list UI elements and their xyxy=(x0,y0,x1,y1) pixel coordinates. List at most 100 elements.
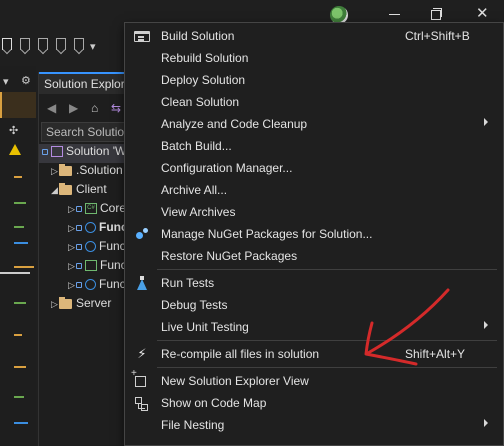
warning-icon[interactable] xyxy=(9,144,21,155)
bookmark-clear-icon[interactable] xyxy=(56,38,66,50)
submenu-arrow-icon xyxy=(484,419,488,427)
minimap-mark xyxy=(14,202,26,204)
tree-item-label: Core xyxy=(100,201,127,215)
tree-item-label: Server xyxy=(76,296,112,310)
menu-item-label: Live Unit Testing xyxy=(161,320,249,334)
tree-item-client[interactable]: ◢ Client xyxy=(39,182,131,201)
lock-icon xyxy=(76,224,82,231)
menu-item-configuration-manager[interactable]: Configuration Manager... xyxy=(126,157,503,179)
minimap-mark xyxy=(14,366,26,368)
menu-item-label: Restore NuGet Packages xyxy=(161,249,298,263)
toolbar-overflow-icon[interactable]: ▾ xyxy=(90,40,96,53)
menu-item-analyze-code-cleanup[interactable]: Analyze and Code Cleanup xyxy=(126,113,503,135)
close-icon[interactable]: ✕ xyxy=(476,6,490,21)
restore-icon[interactable] xyxy=(430,7,444,21)
tree-item-core[interactable]: ▷ C# Core xyxy=(39,201,131,220)
collapse-icon[interactable]: ◢ xyxy=(51,185,59,196)
menu-item-restore-nuget[interactable]: Restore NuGet Packages xyxy=(126,245,503,267)
menu-item-label: Debug Tests xyxy=(161,298,228,312)
tree-item-label: Solution 'Web' xyxy=(66,144,131,158)
bookmark-icon[interactable] xyxy=(2,38,12,50)
solution-icon xyxy=(51,146,63,158)
solution-explorer-tab[interactable]: Solution Explorer xyxy=(39,72,131,94)
new-view-icon xyxy=(131,368,146,387)
expand-icon[interactable]: ▷ xyxy=(68,261,76,272)
tree-item-functions[interactable]: ▷Functions xyxy=(39,220,131,239)
tree-item-label: Client xyxy=(76,182,107,196)
solution-explorer-toolbar: ◀ ▶ ⌂ ⇆ xyxy=(39,96,131,120)
solution-search-input[interactable]: Search Solution Explorer xyxy=(41,122,131,142)
bookmark-prev-icon[interactable] xyxy=(20,38,30,50)
build-icon xyxy=(134,31,150,42)
menu-item-new-solution-explorer-view[interactable]: New Solution Explorer View xyxy=(126,368,503,392)
menu-item-clean-solution[interactable]: Clean Solution xyxy=(126,91,503,113)
menu-item-label: Re-compile all files in solution xyxy=(161,347,320,361)
lock-icon xyxy=(76,243,82,250)
web-project-icon xyxy=(85,279,96,291)
lock-icon xyxy=(76,281,82,288)
gear-icon[interactable]: ⚙ xyxy=(21,74,31,87)
menu-item-label: Show on Code Map xyxy=(161,396,267,410)
menu-item-label: Batch Build... xyxy=(161,139,232,153)
expand-icon[interactable]: ▷ xyxy=(68,242,76,253)
tree-item-server[interactable]: ▷ Server xyxy=(39,296,131,315)
folder-icon xyxy=(59,296,72,309)
menu-item-label: File Nesting xyxy=(161,418,225,432)
csharp-project-icon: C# xyxy=(85,203,97,215)
tree-item-functions[interactable]: ▷Functions xyxy=(39,277,131,296)
bookmark-next-icon[interactable] xyxy=(38,38,48,50)
minimize-icon[interactable] xyxy=(388,7,402,21)
switch-views-icon[interactable]: ⇆ xyxy=(111,101,121,115)
menu-item-rebuild-solution[interactable]: Rebuild Solution xyxy=(126,47,503,69)
menu-item-label: Rebuild Solution xyxy=(161,51,249,65)
menu-item-recompile-all[interactable]: ⚡ Re-compile all files in solution Shift… xyxy=(126,343,503,365)
expand-icon[interactable]: ▷ xyxy=(68,223,76,234)
tree-item-solution[interactable]: Solution 'Web' xyxy=(39,144,131,163)
bookmark-folder-icon[interactable] xyxy=(74,38,84,50)
minimap-mark xyxy=(14,242,28,244)
expand-icon[interactable]: ▷ xyxy=(68,204,76,215)
expand-icon[interactable]: ▷ xyxy=(51,166,59,177)
home-icon[interactable]: ⌂ xyxy=(91,101,98,115)
lock-icon xyxy=(76,262,82,269)
menu-item-manage-nuget[interactable]: Manage NuGet Packages for Solution... xyxy=(126,223,503,245)
menu-item-show-on-code-map[interactable]: Show on Code Map xyxy=(126,392,503,414)
menu-item-archive-all[interactable]: Archive All... xyxy=(126,179,503,201)
menu-separator xyxy=(157,367,497,368)
menu-item-view-archives[interactable]: View Archives xyxy=(126,201,503,223)
minimap-mark xyxy=(14,302,26,304)
code-map-icon xyxy=(134,395,150,411)
menu-item-label: Deploy Solution xyxy=(161,73,246,87)
tree-item-functions[interactable]: ▷Functions xyxy=(39,239,131,258)
back-icon[interactable]: ◀ xyxy=(47,101,56,115)
chevron-down-icon[interactable]: ▾ xyxy=(3,75,9,88)
menu-item-build-solution[interactable]: Build Solution Ctrl+Shift+B xyxy=(126,25,503,47)
menu-item-live-unit-testing[interactable]: Live Unit Testing xyxy=(126,316,503,338)
menu-item-deploy-solution[interactable]: Deploy Solution xyxy=(126,69,503,91)
active-tab-indicator xyxy=(0,92,36,118)
tree-item-functions[interactable]: ▷Functions xyxy=(39,258,131,277)
forward-icon[interactable]: ▶ xyxy=(69,101,78,115)
split-icon[interactable]: ✣ xyxy=(9,124,18,137)
menu-item-label: Configuration Manager... xyxy=(161,161,293,175)
menu-item-label: Manage NuGet Packages for Solution... xyxy=(161,227,373,241)
menu-item-run-tests[interactable]: Run Tests xyxy=(126,272,503,294)
menu-separator xyxy=(157,340,497,341)
menu-item-shortcut: Ctrl+Shift+B xyxy=(405,29,470,43)
menu-item-batch-build[interactable]: Batch Build... xyxy=(126,135,503,157)
menu-item-label: Analyze and Code Cleanup xyxy=(161,117,308,131)
test-project-icon xyxy=(85,260,97,272)
nuget-icon xyxy=(134,226,150,242)
tree-item-solution-items[interactable]: ▷ .Solution Items xyxy=(39,163,131,182)
menu-item-label: Run Tests xyxy=(161,276,215,290)
expand-icon[interactable]: ▷ xyxy=(51,299,59,310)
menu-item-label: View Archives xyxy=(161,205,236,219)
menu-item-debug-tests[interactable]: Debug Tests xyxy=(126,294,503,316)
menu-item-label: Build Solution xyxy=(161,29,235,43)
minimap-mark xyxy=(14,176,22,178)
expand-icon[interactable]: ▷ xyxy=(68,280,76,291)
menu-item-file-nesting[interactable]: File Nesting xyxy=(126,414,503,436)
submenu-arrow-icon xyxy=(484,118,488,126)
lock-icon xyxy=(76,205,82,212)
solution-explorer-panel: Solution Explorer ◀ ▶ ⌂ ⇆ Search Solutio… xyxy=(38,72,131,446)
